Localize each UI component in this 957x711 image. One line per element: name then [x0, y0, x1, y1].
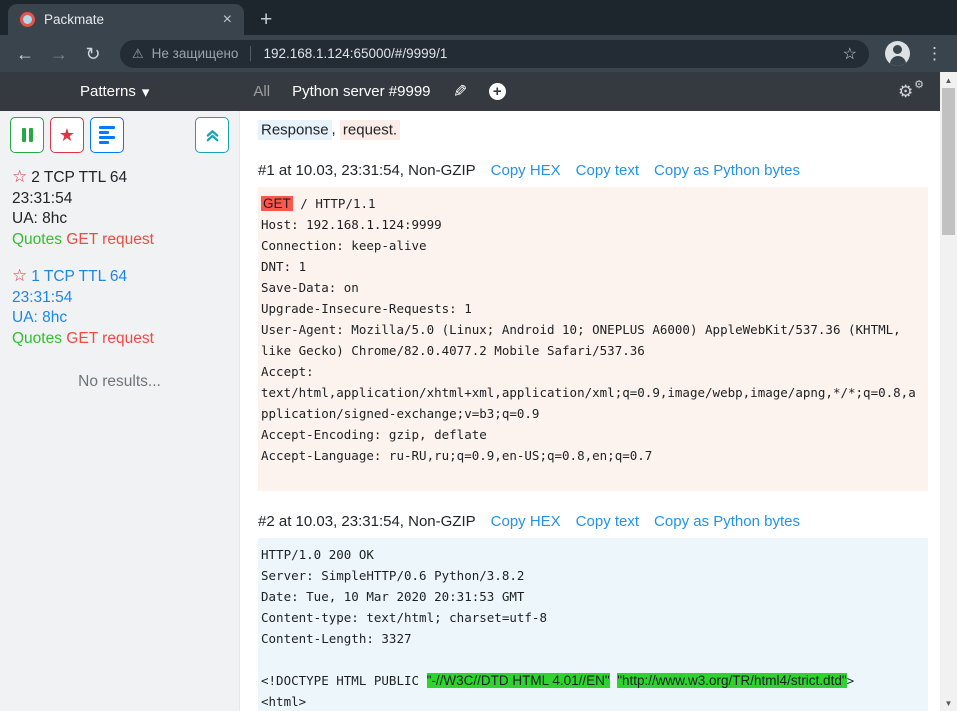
stream-title: ☆2 TCP TTL 64 — [12, 167, 227, 189]
profile-avatar[interactable] — [885, 41, 910, 66]
match-highlight-blue: Response — [258, 120, 332, 140]
favorite-star-icon[interactable]: ☆ — [12, 167, 27, 186]
browser-toolbar: ← → ↻ ⚠ Не защищено 192.168.1.124:65000/… — [0, 35, 957, 72]
stream-title: ☆1 TCP TTL 64 — [12, 266, 227, 288]
browser-tab-strip: Packmate × + — [0, 0, 957, 35]
copy-python-bytes-link[interactable]: Copy as Python bytes — [654, 162, 800, 179]
pattern-tag-quotes: Quotes — [12, 330, 62, 347]
browser-tab-title: Packmate — [44, 12, 212, 27]
patterns-dropdown[interactable]: Patterns ▾ — [80, 83, 149, 101]
edit-pencil-icon[interactable]: ✎ — [453, 82, 467, 102]
address-bar[interactable]: ⚠ Не защищено 192.168.1.124:65000/#/9999… — [120, 40, 869, 68]
page-scrollbar[interactable]: ▲ ▼ — [940, 72, 957, 711]
browser-tab[interactable]: Packmate × — [8, 4, 244, 35]
omnibox-divider — [250, 46, 251, 61]
favorites-filter-button[interactable]: ★ — [50, 117, 84, 153]
stream-list-item[interactable]: ☆1 TCP TTL 64 23:31:54 UA: 8hc Quotes GE… — [12, 266, 227, 349]
chevron-down-icon: ▾ — [142, 83, 150, 101]
tab-close-icon[interactable]: × — [221, 12, 234, 28]
stream-tabs: All Python server #9999 ✎ + — [253, 82, 505, 102]
stream-list-item[interactable]: ☆2 TCP TTL 64 23:31:54 UA: 8hc Quotes GE… — [12, 167, 227, 250]
pattern-tag-get-request: GET request — [66, 231, 154, 248]
not-secure-warning-icon: ⚠ — [132, 46, 144, 62]
scroll-up-icon[interactable]: ▲ — [940, 72, 957, 88]
pattern-tag-quotes: Quotes — [12, 231, 62, 248]
security-label[interactable]: Не защищено — [152, 46, 239, 61]
match-highlight-green: "-//W3C//DTD HTML 4.01//EN" — [427, 673, 610, 688]
scroll-down-icon[interactable]: ▼ — [940, 695, 957, 711]
star-icon: ★ — [59, 125, 75, 146]
packet-header-label: #1 at 10.03, 23:31:54, Non-GZIP — [258, 162, 476, 179]
match-highlight-pink: request. — [340, 120, 400, 140]
match-highlight-green: "http://www.w3.org/TR/html4/strict.dtd" — [617, 673, 846, 688]
settings-gears-icon[interactable]: ⚙⚙ — [898, 82, 924, 102]
copy-text-link[interactable]: Copy text — [576, 513, 639, 530]
packet-card-request: #1 at 10.03, 23:31:54, Non-GZIP Copy HEX… — [258, 162, 928, 491]
app-navbar: Patterns ▾ All Python server #9999 ✎ + ⚙… — [0, 72, 940, 111]
scrollbar-thumb[interactable] — [942, 88, 955, 235]
new-tab-icon[interactable]: + — [260, 9, 272, 30]
copy-text-link[interactable]: Copy text — [576, 162, 639, 179]
found-patterns-line: Response, request. — [258, 120, 928, 140]
stream-user-agent: UA: 8hc — [12, 209, 227, 230]
bookmark-star-icon[interactable]: ☆ — [843, 44, 857, 64]
patterns-label: Patterns — [80, 83, 136, 100]
packmate-favicon-icon — [20, 12, 35, 27]
pause-capture-button[interactable] — [10, 117, 44, 153]
stream-user-agent: UA: 8hc — [12, 308, 227, 329]
back-icon[interactable]: ← — [12, 45, 38, 63]
align-left-icon — [99, 126, 115, 144]
copy-python-bytes-link[interactable]: Copy as Python bytes — [654, 513, 800, 530]
stream-pattern-tags: Quotes GET request — [12, 329, 227, 350]
no-results-label: No results... — [12, 373, 227, 391]
copy-hex-link[interactable]: Copy HEX — [491, 513, 561, 530]
packet-view: Response, request. #1 at 10.03, 23:31:54… — [240, 111, 940, 711]
packet-header-label: #2 at 10.03, 23:31:54, Non-GZIP — [258, 513, 476, 530]
chevron-double-up-icon — [205, 128, 220, 143]
packet-body-response: HTTP/1.0 200 OK Server: SimpleHTTP/0.6 P… — [258, 538, 928, 711]
tab-all-streams[interactable]: All — [253, 83, 270, 100]
list-view-button[interactable] — [90, 117, 124, 153]
pattern-tag-get-request: GET request — [66, 330, 154, 347]
favorite-star-icon[interactable]: ☆ — [12, 266, 27, 285]
packmate-app: Patterns ▾ All Python server #9999 ✎ + ⚙… — [0, 72, 940, 711]
add-pattern-icon[interactable]: + — [489, 83, 506, 100]
copy-hex-link[interactable]: Copy HEX — [491, 162, 561, 179]
url-text[interactable]: 192.168.1.124:65000/#/9999/1 — [263, 46, 447, 61]
stream-time: 23:31:54 — [12, 288, 227, 309]
browser-menu-icon[interactable]: ⋮ — [926, 44, 943, 64]
packet-body-request: GET / HTTP/1.1 Host: 192.168.1.124:9999 … — [258, 187, 928, 491]
reload-icon[interactable]: ↻ — [80, 45, 106, 63]
stream-list: ☆2 TCP TTL 64 23:31:54 UA: 8hc Quotes GE… — [0, 153, 239, 391]
stream-time: 23:31:54 — [12, 189, 227, 210]
collapse-sidebar-button[interactable] — [195, 117, 229, 153]
match-highlight-red: GET — [261, 196, 293, 211]
forward-icon[interactable]: → — [46, 45, 72, 63]
packet-card-response: #2 at 10.03, 23:31:54, Non-GZIP Copy HEX… — [258, 513, 928, 711]
pause-icon — [22, 128, 33, 142]
tab-current-stream[interactable]: Python server #9999 — [292, 83, 430, 100]
stream-pattern-tags: Quotes GET request — [12, 230, 227, 251]
stream-sidebar: ★ ☆2 TCP TTL 64 23:31:54 UA: 8hc — [0, 111, 240, 711]
